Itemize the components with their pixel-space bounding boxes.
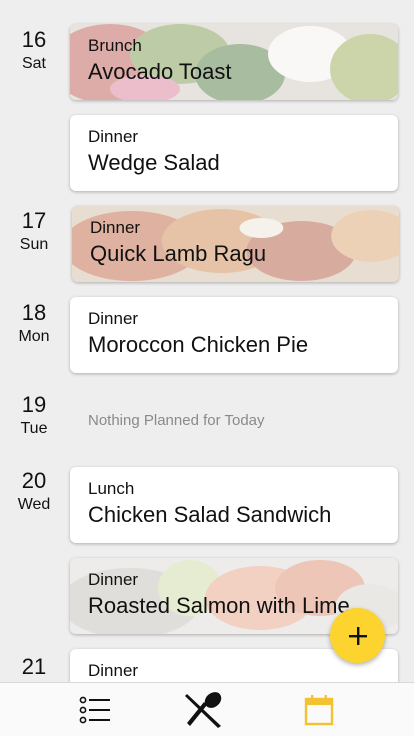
day-label-17: 17 Sun bbox=[12, 209, 56, 255]
day-number: 20 bbox=[21, 468, 47, 493]
meal-type: Dinner bbox=[88, 127, 139, 146]
meal-type: Dinner bbox=[88, 661, 139, 680]
day-label-20: 20 Wed bbox=[12, 469, 56, 515]
meal-card-avocado-toast[interactable]: Brunch Avocado Toast bbox=[70, 24, 398, 100]
calendar-icon bbox=[304, 695, 334, 726]
meal-type: Dinner bbox=[88, 309, 139, 328]
day-label-21: 21 bbox=[12, 655, 56, 681]
nav-shopping-list-button[interactable] bbox=[71, 689, 119, 731]
meal-text: Dinner Moroccon Chicken Pie bbox=[88, 309, 380, 359]
day-number: 17 bbox=[21, 208, 47, 233]
meal-title: Moroccon Chicken Pie bbox=[88, 332, 309, 357]
day-label-18: 18 Mon bbox=[12, 301, 56, 347]
day-name: Mon bbox=[18, 328, 50, 345]
meal-card-chicken-pie[interactable]: Dinner Moroccon Chicken Pie bbox=[70, 297, 398, 373]
meal-type: Dinner bbox=[88, 570, 139, 589]
meal-title: Quick Lamb Ragu bbox=[90, 241, 267, 266]
meal-card-wedge-salad[interactable]: Dinner Wedge Salad bbox=[70, 115, 398, 191]
meal-title: Roasted Salmon with Lime bbox=[88, 593, 350, 618]
list-icon bbox=[79, 696, 110, 724]
meal-type: Lunch bbox=[88, 479, 135, 498]
bottom-navigation bbox=[0, 682, 414, 736]
day-name: Sun bbox=[19, 236, 49, 253]
plus-icon bbox=[348, 626, 367, 645]
add-meal-button[interactable] bbox=[330, 608, 385, 663]
fork-knife-icon bbox=[185, 692, 222, 728]
empty-day-note: Nothing Planned for Today bbox=[88, 412, 265, 429]
meal-title: Avocado Toast bbox=[88, 59, 232, 84]
day-number: 19 bbox=[21, 392, 47, 417]
meal-type: Dinner bbox=[90, 218, 141, 237]
meal-text: Dinner Quick Lamb Ragu bbox=[90, 218, 381, 268]
day-name: Tue bbox=[20, 420, 48, 437]
meal-type: Brunch bbox=[88, 36, 142, 55]
day-number: 21 bbox=[21, 654, 47, 679]
meal-text: Dinner Roasted Salmon with Lime bbox=[88, 570, 380, 620]
meal-plan-screen: 16 Sat Brunch Avocado Toast Dinner Wedge… bbox=[0, 0, 414, 736]
day-label-16: 16 Sat bbox=[12, 28, 56, 74]
meal-text: Dinner bbox=[88, 661, 380, 681]
meal-title: Chicken Salad Sandwich bbox=[88, 502, 332, 527]
meal-title: Wedge Salad bbox=[88, 150, 220, 175]
nav-recipes-button[interactable] bbox=[180, 689, 228, 731]
day-number: 18 bbox=[21, 300, 47, 325]
nav-calendar-button[interactable] bbox=[295, 689, 343, 731]
day-label-19: 19 Tue bbox=[12, 393, 56, 439]
meal-text: Brunch Avocado Toast bbox=[88, 36, 380, 86]
day-name: Wed bbox=[17, 496, 51, 513]
meal-card-lamb-ragu[interactable]: Dinner Quick Lamb Ragu bbox=[72, 206, 399, 282]
meal-text: Dinner Wedge Salad bbox=[88, 127, 380, 177]
day-number: 16 bbox=[21, 27, 47, 52]
meal-card-chicken-salad-sandwich[interactable]: Lunch Chicken Salad Sandwich bbox=[70, 467, 398, 543]
meal-text: Lunch Chicken Salad Sandwich bbox=[88, 479, 380, 529]
day-name: Sat bbox=[21, 55, 46, 72]
